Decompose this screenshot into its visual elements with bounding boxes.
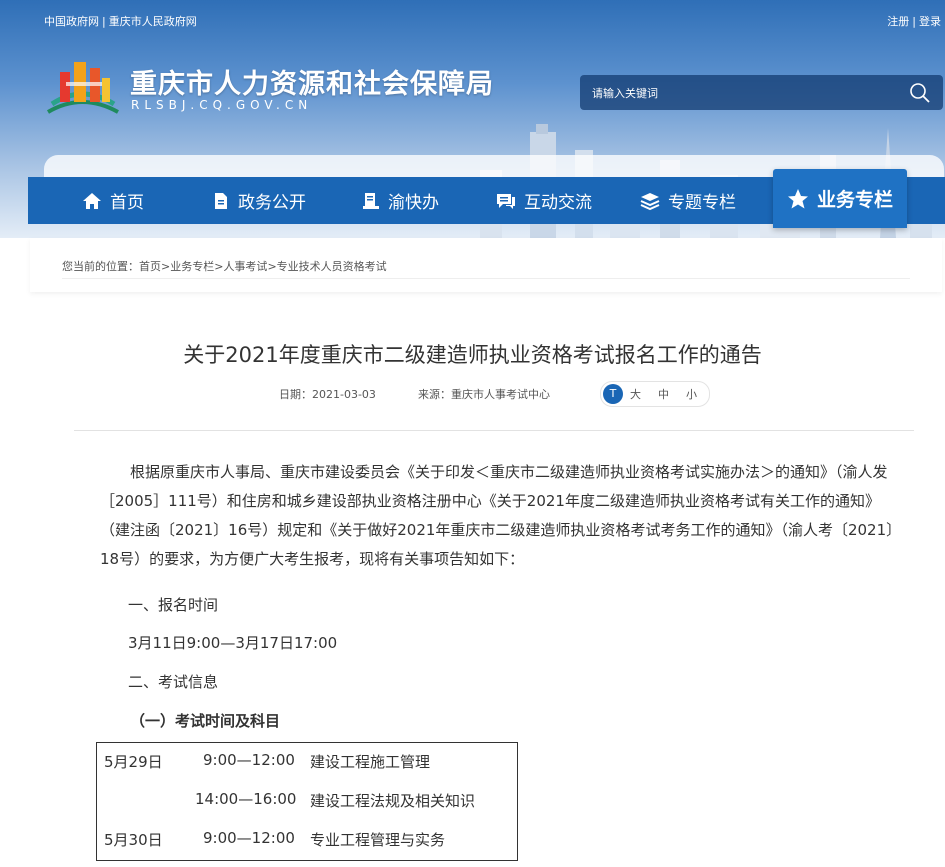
font-size-medium[interactable]: 中: [658, 386, 669, 402]
link-gov-cn[interactable]: 中国政府网: [44, 15, 99, 28]
table-cell-date: 5月30日: [104, 831, 163, 849]
nav-item-special-topics[interactable]: 专题专栏: [640, 177, 736, 224]
nav-label: 首页: [110, 193, 144, 213]
table-cell-subject: 建设工程施工管理: [310, 753, 431, 771]
register-link[interactable]: 注册: [887, 15, 909, 28]
table-cell-time: 9:00—12:00: [203, 751, 295, 769]
article-source: 来源：重庆市人事考试中心: [418, 388, 550, 401]
login-link[interactable]: 登录: [919, 15, 941, 28]
service-icon: [363, 192, 379, 209]
breadcrumb-business[interactable]: 业务专栏: [170, 260, 214, 273]
table-cell-subject: 专业工程管理与实务: [310, 831, 446, 849]
font-size-small[interactable]: 小: [686, 386, 697, 402]
layers-icon: [640, 192, 660, 210]
breadcrumb-prefix: 您当前的位置：: [62, 260, 139, 273]
intro-paragraph: 根据原重庆市人事局、重庆市建设委员会《关于印发＜重庆市二级建造师执业资格考试实施…: [100, 463, 894, 568]
breadcrumb-inner: 您当前的位置：首页>业务专栏>人事考试>专业技术人员资格考试: [62, 258, 910, 279]
exam-schedule-table: 5月29日 9:00—12:00 建设工程施工管理 14:00—16:00 建设…: [96, 742, 518, 861]
font-size-control: T 大 中 小: [600, 381, 710, 407]
search-box: [580, 75, 943, 110]
home-icon: [83, 192, 101, 209]
link-cq-gov[interactable]: 重庆市人民政府网: [109, 15, 197, 28]
site-logo-icon[interactable]: [44, 56, 120, 120]
star-icon: [788, 188, 808, 208]
breadcrumb: 您当前的位置：首页>业务专栏>人事考试>专业技术人员资格考试: [30, 238, 942, 292]
breadcrumb-separator: >: [161, 260, 171, 273]
site-title[interactable]: 重庆市人力资源和社会保障局: [130, 62, 494, 101]
user-links: 注册 | 登录: [887, 13, 941, 29]
search-icon[interactable]: [909, 82, 931, 104]
title-divider: [74, 430, 914, 431]
nav-label: 互动交流: [524, 193, 592, 213]
nav-item-interaction[interactable]: 互动交流: [496, 177, 592, 224]
table-cell-subject: 建设工程法规及相关知识: [310, 792, 476, 810]
article-date: 日期：2021-03-03: [279, 388, 376, 401]
nav-label: 政务公开: [238, 193, 306, 213]
link-separator: |: [912, 15, 916, 28]
nav-item-government[interactable]: 政务公开: [212, 177, 306, 224]
font-size-large[interactable]: 大: [630, 386, 641, 402]
table-cell-date: 5月29日: [104, 753, 163, 771]
font-size-icon: T: [603, 384, 623, 404]
nav-item-home[interactable]: 首页: [82, 177, 144, 224]
nav-item-business[interactable]: 业务专栏: [773, 169, 908, 228]
nav-label: 业务专栏: [817, 189, 894, 211]
document-icon: [215, 192, 227, 209]
search-input[interactable]: [590, 83, 894, 104]
article-title: 关于2021年度重庆市二级建造师执业资格考试报名工作的通告: [183, 343, 762, 367]
site-url: RLSBJ.CQ.GOV.CN: [131, 98, 313, 112]
breadcrumb-personnel-exam[interactable]: 人事考试: [223, 260, 267, 273]
nav-item-yukuaiban[interactable]: 渝快办: [362, 177, 439, 224]
breadcrumb-qualification-exam[interactable]: 专业技术人员资格考试: [277, 260, 387, 273]
table-cell-time: 9:00—12:00: [203, 829, 295, 847]
main-nav: 首页 政务公开 渝快办 互动交流 专题专栏 业务专栏: [28, 169, 945, 228]
nav-label: 渝快办: [388, 193, 439, 213]
breadcrumb-home[interactable]: 首页: [139, 260, 161, 273]
link-separator: |: [102, 15, 106, 28]
nav-label: 专题专栏: [668, 193, 736, 213]
section-registration-time: 一、报名时间: [128, 596, 219, 614]
section-exam-info: 二、考试信息: [128, 673, 219, 691]
breadcrumb-separator: >: [267, 260, 277, 273]
top-links: 中国政府网 | 重庆市人民政府网: [44, 13, 197, 29]
subsection-exam-schedule: （一）考试时间及科目: [130, 712, 281, 730]
table-cell-time: 14:00—16:00: [195, 790, 297, 808]
chat-icon: [497, 193, 515, 209]
registration-time-value: 3月11日9:00—3月17日17:00: [128, 634, 338, 652]
